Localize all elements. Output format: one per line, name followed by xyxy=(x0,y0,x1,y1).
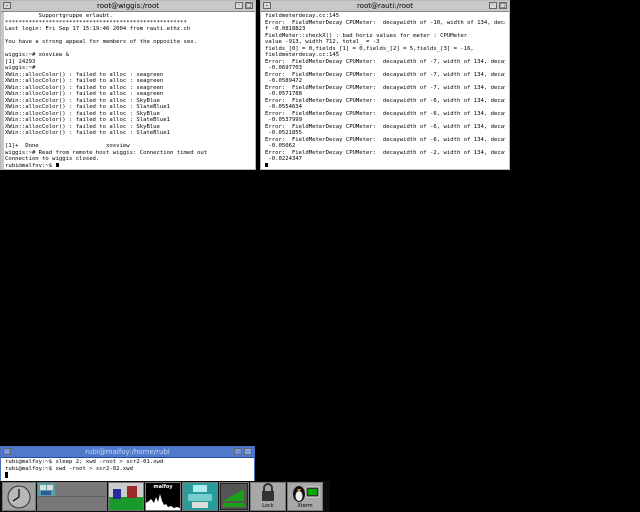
window-menu-icon[interactable]: - xyxy=(263,2,271,9)
terminal-window-malfoy[interactable]: - rubi@malfoy:/home/rubi · □ rubi@malfoy… xyxy=(0,446,255,482)
gauge-panel-icon xyxy=(188,485,212,508)
text-cursor xyxy=(265,162,268,167)
maximize-icon[interactable]: □ xyxy=(499,2,507,9)
text-cursor xyxy=(55,162,59,167)
window-titlebar[interactable]: - root@wiggis:/root · □ xyxy=(1,1,255,12)
lock-label: Lock xyxy=(262,503,274,509)
window-title: rubi@malfoy:/home/rubi xyxy=(85,448,170,456)
image-viewer-applet[interactable] xyxy=(108,482,144,511)
window-title: root@wiggis:/root xyxy=(97,2,159,10)
xterm-label: Xterm xyxy=(297,503,313,509)
terminal-window-wiggis[interactable]: - root@wiggis:/root · □ Supportgruppe er… xyxy=(0,0,256,170)
terminal-line: Error: FieldMeterDecay CPUMeter: decaywi… xyxy=(265,136,505,143)
maximize-icon[interactable]: □ xyxy=(244,448,252,455)
dock-panel: malfoy Lock Xterm xyxy=(0,481,330,512)
terminal-line: rubi@malfoy:~$ xyxy=(5,162,251,167)
lock-icon xyxy=(262,483,274,501)
terminal-output[interactable]: Supportgruppe erlaubt. ******************… xyxy=(5,13,251,167)
settings-applet[interactable] xyxy=(182,482,218,511)
maximize-icon[interactable]: □ xyxy=(245,2,253,9)
minimize-icon[interactable]: · xyxy=(235,2,243,9)
terminal-output[interactable]: rubi@malfoy:~$ sleep 2; xwd -root > scr2… xyxy=(5,459,250,479)
penguin-terminal-icon xyxy=(293,486,320,502)
text-cursor xyxy=(5,472,8,478)
window-menu-icon[interactable]: - xyxy=(3,448,11,455)
scrollbar[interactable] xyxy=(1,12,4,169)
terminal-window-rauti[interactable]: - root@rauti:/root · □ fieldmeterdecay.c… xyxy=(260,0,510,170)
xload-hostname: malfoy xyxy=(153,484,173,490)
minimize-icon[interactable]: · xyxy=(234,448,242,455)
minimize-icon[interactable]: · xyxy=(489,2,497,9)
lock-button[interactable]: Lock xyxy=(250,482,286,511)
memory-monitor-applet[interactable] xyxy=(219,482,249,511)
terminal-output[interactable]: fieldmeterdecay.cc:145 Error: FieldMeterD… xyxy=(265,13,505,167)
pager-applet[interactable] xyxy=(37,482,107,511)
window-title: root@rauti:/root xyxy=(356,2,414,10)
xterm-launcher-button[interactable]: Xterm xyxy=(287,482,323,511)
clock-applet[interactable] xyxy=(2,482,36,511)
desktop-pager-icon xyxy=(38,483,106,510)
landscape-icon xyxy=(109,483,143,510)
meter-bars-icon xyxy=(221,484,247,509)
terminal-line xyxy=(265,162,505,167)
window-titlebar[interactable]: - root@rauti:/root · □ xyxy=(261,1,509,12)
terminal-line xyxy=(5,472,250,479)
clock-icon xyxy=(7,485,31,509)
xload-applet[interactable]: malfoy xyxy=(145,482,181,511)
window-titlebar[interactable]: - rubi@malfoy:/home/rubi · □ xyxy=(1,447,254,458)
window-menu-icon[interactable]: - xyxy=(3,2,11,9)
